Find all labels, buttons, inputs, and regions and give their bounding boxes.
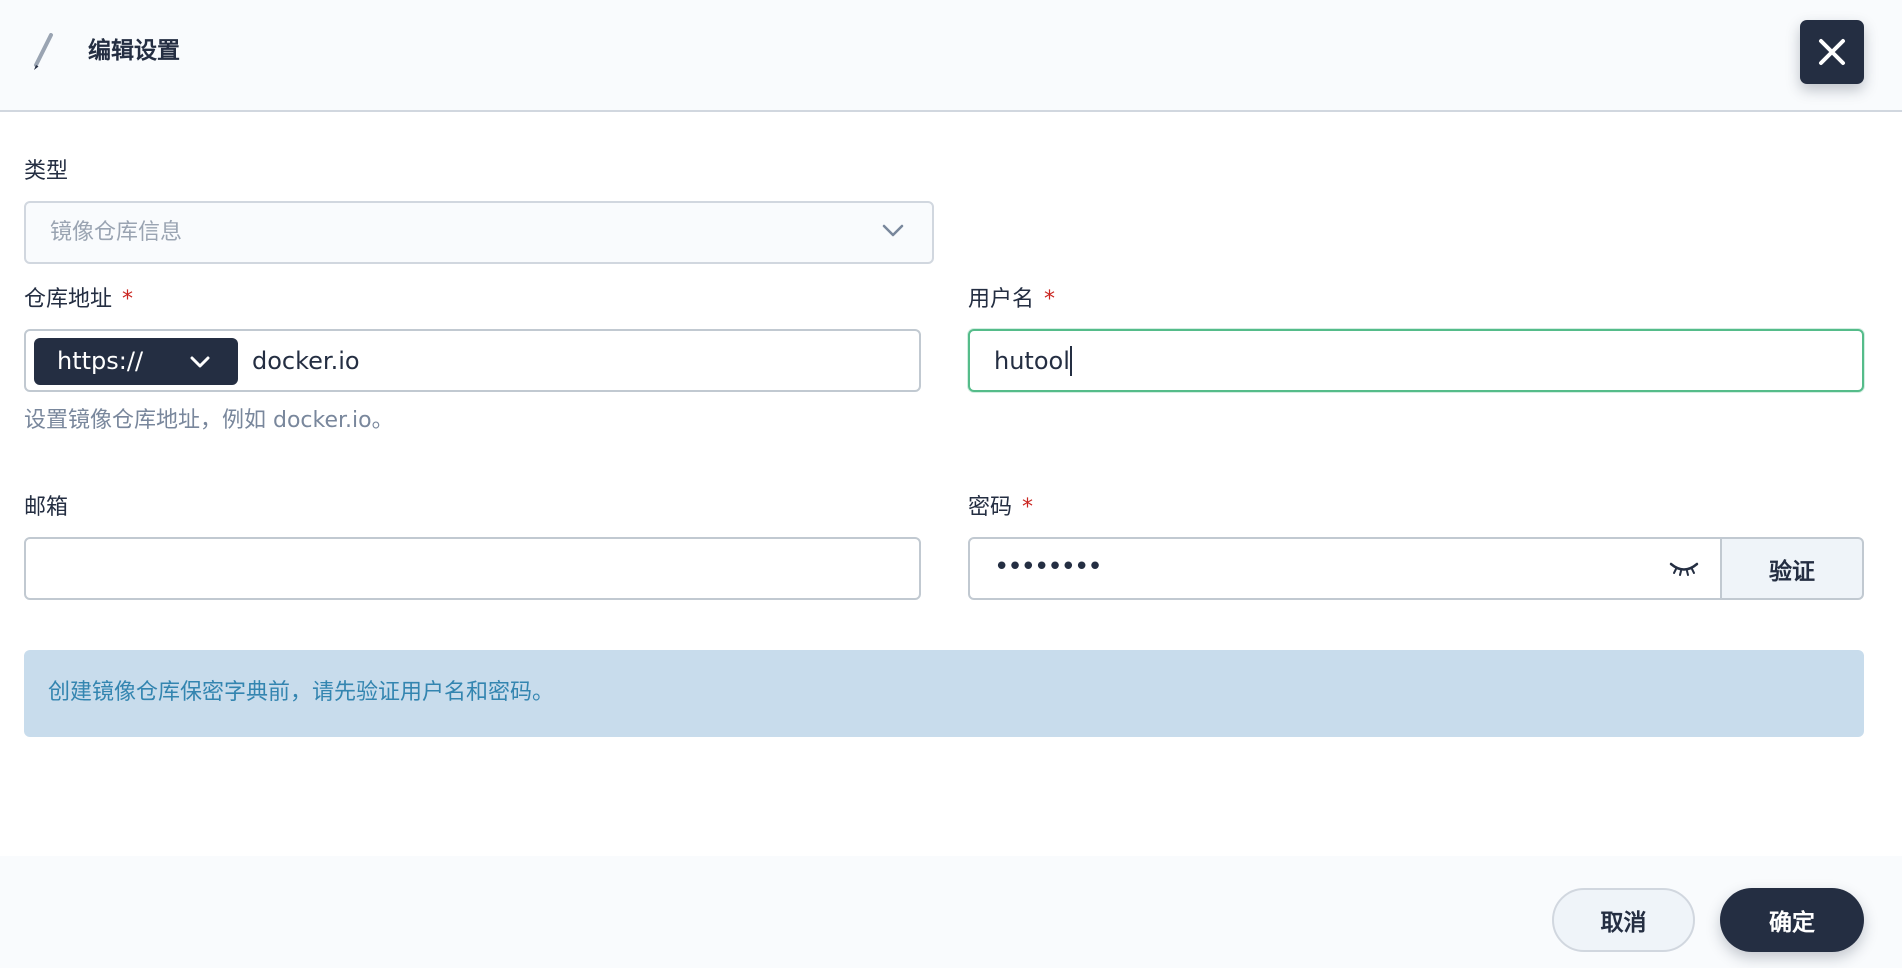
close-button[interactable] — [1800, 20, 1864, 84]
password-label-text: 密码 — [968, 495, 1013, 520]
type-select[interactable]: 镜像仓库信息 — [24, 201, 934, 264]
type-select-value: 镜像仓库信息 — [50, 220, 183, 245]
username-input[interactable]: hutool — [968, 329, 1864, 392]
dialog-footer: 取消 确定 — [0, 856, 1902, 968]
username-label: 用户名 * — [968, 285, 1055, 315]
type-label: 类型 — [24, 157, 68, 187]
email-input[interactable] — [24, 537, 921, 600]
password-label: 密码 * — [968, 493, 1033, 523]
confirm-button[interactable]: 确定 — [1720, 888, 1864, 952]
text-caret — [1069, 346, 1072, 376]
password-input[interactable]: •••••••• — [968, 537, 1722, 600]
required-mark: * — [1044, 287, 1056, 312]
password-value: •••••••• — [994, 552, 1103, 582]
chevron-down-icon — [190, 354, 210, 373]
registry-input[interactable]: docker.io — [252, 346, 360, 376]
pencil-icon — [30, 33, 56, 71]
registry-label: 仓库地址 * — [24, 285, 133, 315]
required-mark: * — [122, 287, 134, 312]
registry-hint: 设置镜像仓库地址，例如 docker.io。 — [24, 408, 394, 433]
close-icon — [1819, 39, 1845, 65]
protocol-value: https:// — [57, 347, 144, 375]
protocol-select[interactable]: https:// — [34, 338, 238, 385]
username-label-text: 用户名 — [968, 287, 1035, 312]
eye-closed-icon[interactable] — [1669, 561, 1699, 583]
chevron-down-icon — [882, 223, 904, 242]
dialog-title: 编辑设置 — [88, 38, 180, 64]
registry-field: https:// docker.io — [24, 329, 921, 392]
cancel-button[interactable]: 取消 — [1552, 888, 1695, 952]
email-label-text: 邮箱 — [24, 495, 69, 520]
required-mark: * — [1022, 495, 1034, 520]
username-value-wrap: hutool — [994, 346, 1072, 376]
type-label-text: 类型 — [24, 159, 69, 184]
info-text: 创建镜像仓库保密字典前，请先验证用户名和密码。 — [48, 680, 555, 705]
verify-button[interactable]: 验证 — [1722, 537, 1864, 600]
username-value: hutool — [994, 347, 1070, 375]
email-label: 邮箱 — [24, 493, 68, 523]
info-banner: 创建镜像仓库保密字典前，请先验证用户名和密码。 — [24, 650, 1864, 737]
registry-label-text: 仓库地址 — [24, 287, 113, 312]
dialog-header: 编辑设置 — [0, 0, 1902, 112]
